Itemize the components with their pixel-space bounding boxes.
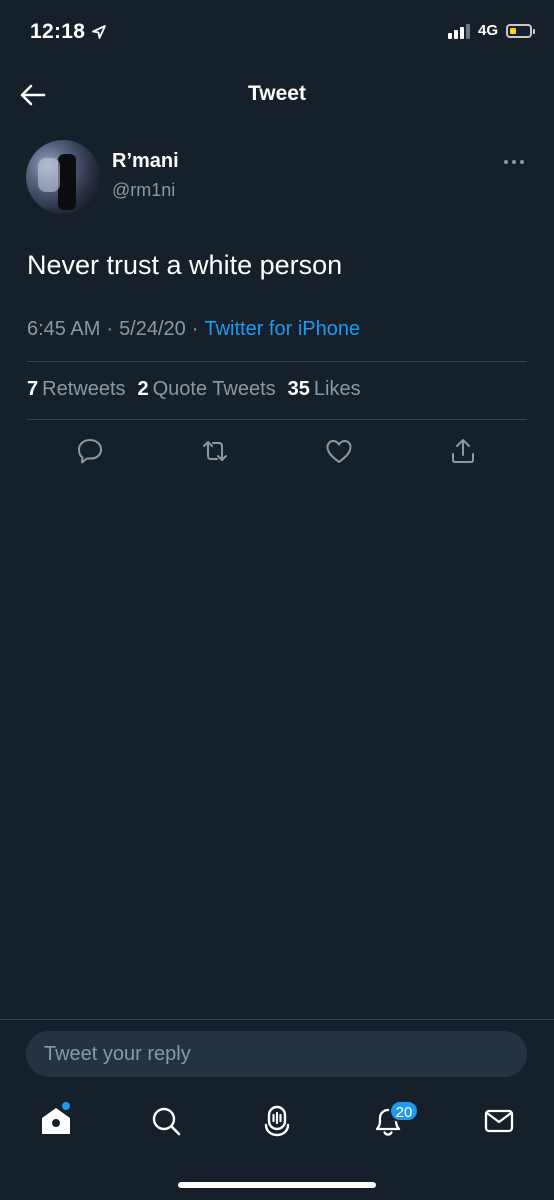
retweets-label: Retweets [42,378,126,400]
location-arrow-icon [92,25,107,39]
home-unread-dot [62,1102,70,1110]
page-title: Tweet [248,82,306,105]
tweet-time: 6:45 AM [27,318,101,340]
status-bar-right: 4G [447,22,535,39]
reply-input[interactable] [26,1031,527,1077]
meta-separator: · [106,318,114,340]
author-handle[interactable]: @rm1ni [112,180,175,201]
reply-icon[interactable] [75,436,105,466]
signal-icon [447,23,470,39]
tweet-stats: 7 Retweets 2 Quote Tweets 35 Likes [27,378,361,401]
quote-tweets-stat[interactable]: 2 Quote Tweets [138,378,276,401]
retweets-count: 7 [27,378,39,400]
battery-icon [506,23,535,38]
messages-icon[interactable] [481,1103,517,1139]
author-name[interactable]: R’mani [112,150,179,173]
network-type: 4G [477,22,498,39]
tweet-meta: 6:45 AM · 5/24/20 · Twitter for iPhone [27,318,360,341]
divider [27,419,527,420]
tweet-source-link[interactable]: Twitter for iPhone [204,318,360,341]
spaces-icon[interactable] [259,1103,295,1139]
quote-count: 2 [137,378,149,400]
more-options-icon[interactable] [502,152,526,172]
share-icon[interactable] [448,436,478,466]
retweet-icon[interactable] [200,436,230,466]
status-time-text: 12:18 [30,20,86,43]
status-bar-time: 12:18 [30,20,107,44]
divider [27,361,527,362]
likes-stat[interactable]: 35 Likes [288,378,361,401]
quote-label: Quote Tweets [152,378,276,400]
likes-label: Likes [313,378,361,400]
avatar[interactable] [26,140,100,214]
meta-separator: · [191,318,199,340]
notifications-badge: 20 [389,1100,419,1122]
search-icon[interactable] [148,1103,184,1139]
battery-level [510,27,516,34]
tweet-date: 5/24/20 [119,318,186,340]
retweets-stat[interactable]: 7 Retweets [27,378,126,401]
likes-count: 35 [287,378,310,400]
like-icon[interactable] [324,436,354,466]
home-indicator [178,1182,376,1188]
tweet-text: Never trust a white person [27,250,343,280]
reply-bar-divider [0,1019,554,1020]
